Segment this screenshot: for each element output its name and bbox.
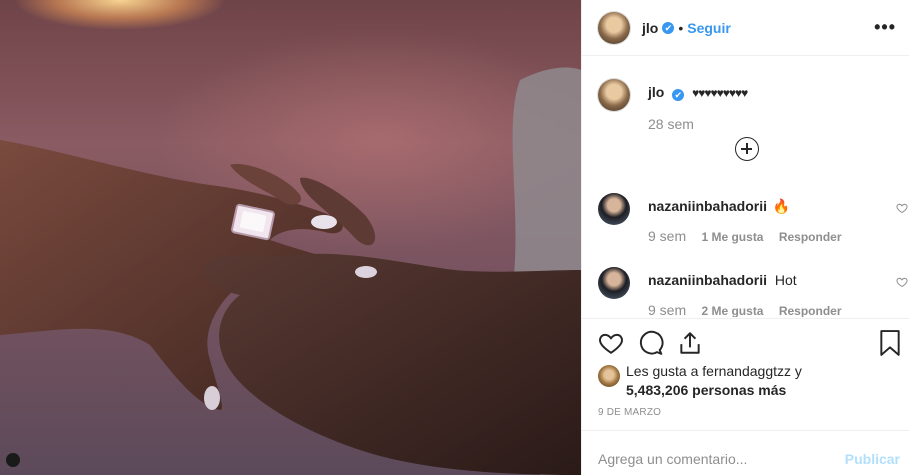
avatar[interactable] <box>598 267 630 299</box>
separator-dot: • <box>678 19 684 36</box>
post-date[interactable]: 9 DE MARZO <box>598 407 661 418</box>
load-more-icon[interactable] <box>735 137 759 161</box>
share-icon[interactable] <box>677 330 703 356</box>
avatar[interactable] <box>598 365 620 387</box>
likes-count[interactable]: 5,483,206 personas más <box>626 382 786 398</box>
hands-ring-illustration <box>0 67 581 475</box>
post-photo[interactable] <box>0 0 581 475</box>
comment-username[interactable]: nazaniinbahadorii <box>648 198 767 214</box>
likes-line-1[interactable]: Les gusta a fernandaggtzz y <box>626 363 802 379</box>
comment-likes[interactable]: 2 Me gusta <box>701 304 763 317</box>
heart-icon[interactable] <box>598 330 624 356</box>
heart-icon[interactable] <box>896 276 908 288</box>
heart-icon[interactable] <box>896 202 908 214</box>
comment-time[interactable]: 9 sem <box>648 302 686 317</box>
bookmark-icon[interactable] <box>879 330 901 356</box>
avatar[interactable] <box>598 193 630 225</box>
instagram-icon[interactable] <box>6 453 20 467</box>
post-username[interactable]: jlo <box>642 20 658 36</box>
caption-time[interactable]: 28 sem <box>648 116 694 132</box>
post-side-panel: jlo ✔ • Seguir ••• jlo ✔ ♥♥♥♥♥♥♥♥♥ 28 se… <box>581 0 909 475</box>
avatar[interactable] <box>598 79 630 111</box>
caption-text: ♥♥♥♥♥♥♥♥♥ <box>692 86 748 100</box>
comment-icon[interactable] <box>638 330 664 356</box>
reply-button[interactable]: Responder <box>779 304 842 317</box>
verified-icon: ✔ <box>672 89 685 101</box>
comment-text: 🔥 <box>772 198 791 214</box>
reply-button[interactable]: Responder <box>779 230 842 244</box>
add-comment-form: Agrega un comentario... Publicar <box>582 430 909 475</box>
comment-text: Hot <box>774 272 797 288</box>
post-header: jlo ✔ • Seguir ••• <box>582 0 909 56</box>
comment-input[interactable]: Agrega un comentario... <box>598 451 747 467</box>
publish-button[interactable]: Publicar <box>845 451 900 467</box>
comment-likes[interactable]: 1 Me gusta <box>701 230 763 244</box>
more-options-icon[interactable]: ••• <box>874 17 896 38</box>
caption-username[interactable]: jlo <box>648 84 664 100</box>
avatar[interactable] <box>598 11 630 44</box>
comments-list[interactable]: jlo ✔ ♥♥♥♥♥♥♥♥♥ 28 sem nazaniinbahadorii… <box>582 57 909 317</box>
action-bar <box>582 318 909 366</box>
follow-button[interactable]: Seguir <box>687 20 731 36</box>
comment-username[interactable]: nazaniinbahadorii <box>648 272 767 288</box>
comment-time[interactable]: 9 sem <box>648 228 686 244</box>
verified-icon: ✔ <box>662 21 675 34</box>
